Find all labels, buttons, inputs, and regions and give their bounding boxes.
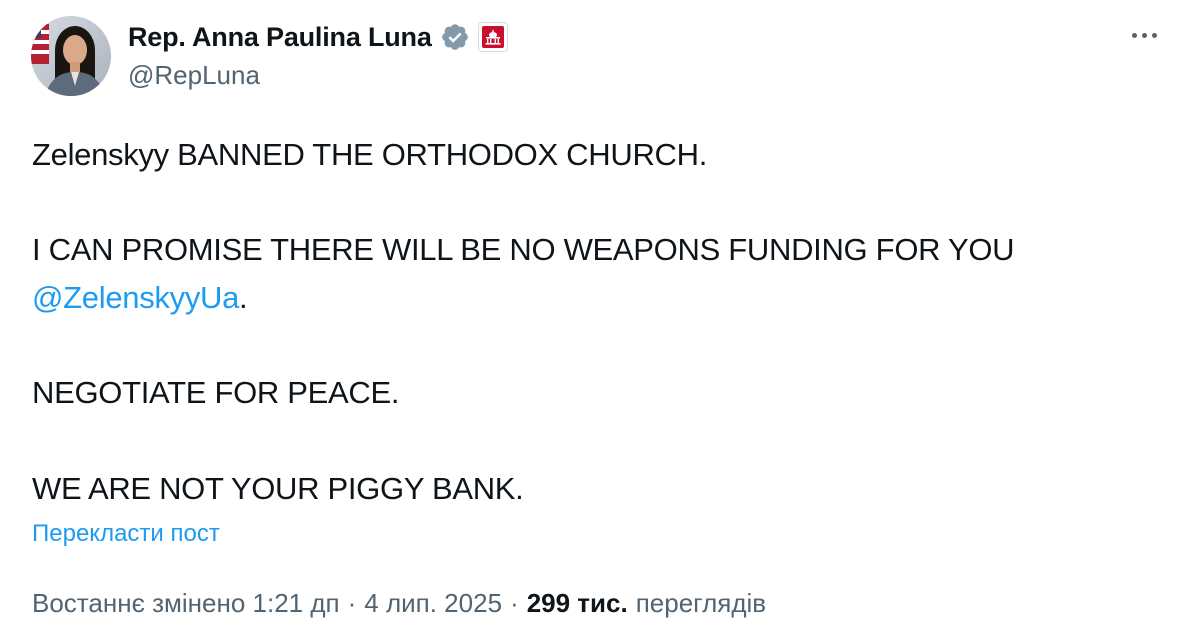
tweet-card: Rep. Anna Paulina Luna @RepLuna Zelensky bbox=[0, 0, 1188, 636]
display-name[interactable]: Rep. Anna Paulina Luna bbox=[128, 22, 432, 53]
tweet-text-mention-line: @ZelenskyyUa. bbox=[32, 274, 248, 322]
more-horizontal-icon bbox=[1131, 32, 1137, 38]
tweet-text-line-1: Zelenskyy BANNED THE ORTHODOX CHURCH. bbox=[32, 137, 708, 172]
avatar[interactable] bbox=[31, 16, 111, 96]
meta-separator: · bbox=[510, 588, 519, 618]
mention-link[interactable]: @ZelenskyyUa bbox=[32, 280, 239, 315]
edited-time-link[interactable]: Востаннє змінено 1:21 дп bbox=[32, 588, 340, 619]
translate-post-link[interactable]: Перекласти пост bbox=[32, 520, 220, 548]
author-handle[interactable]: @RepLuna bbox=[128, 60, 260, 91]
tweet-text-line-4: WE ARE NOT YOUR PIGGY BANK. bbox=[32, 471, 524, 506]
mention-suffix: . bbox=[239, 280, 248, 315]
more-dot bbox=[1141, 32, 1147, 38]
more-dot bbox=[1151, 32, 1157, 38]
views-count: 299 тис. bbox=[526, 588, 628, 618]
views-label: переглядів bbox=[635, 588, 767, 618]
tweet-text-line-2: I CAN PROMISE THERE WILL BE NO WEAPONS F… bbox=[32, 232, 1015, 267]
verified-badge-icon[interactable] bbox=[440, 22, 470, 52]
more-options-button[interactable] bbox=[1122, 20, 1166, 50]
post-date[interactable]: 4 лип. 2025 bbox=[364, 588, 502, 619]
meta-separator: · bbox=[347, 588, 357, 618]
capitol-badge-icon[interactable] bbox=[477, 22, 508, 52]
tweet-meta: Востаннє змінено 1:21 дп · 4 лип. 2025 ·… bbox=[32, 588, 766, 619]
avatar-photo-icon bbox=[31, 16, 111, 96]
tweet-text-line-3: NEGOTIATE FOR PEACE. bbox=[32, 375, 400, 410]
author-name-row: Rep. Anna Paulina Luna bbox=[128, 18, 508, 56]
